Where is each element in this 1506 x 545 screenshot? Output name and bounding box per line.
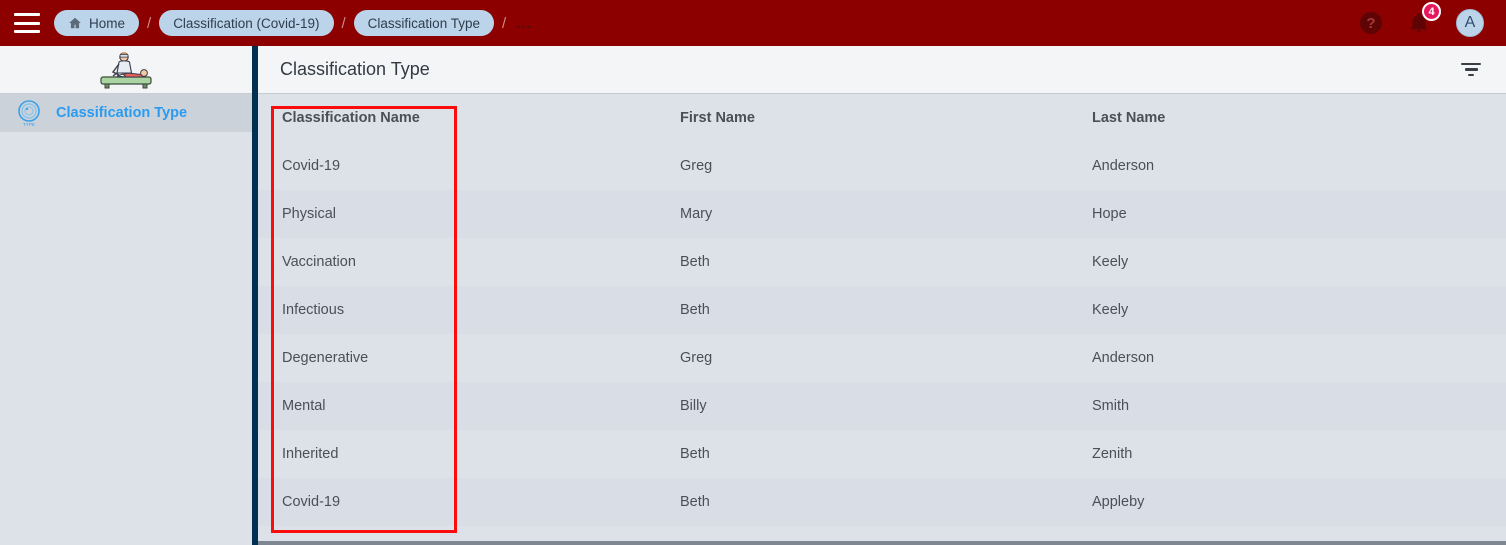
column-header-classification-name[interactable]: Classification Name (282, 110, 680, 126)
page-title: Classification Type (280, 59, 430, 79)
table-row[interactable]: Physical Mary Hope (258, 190, 1506, 238)
sidebar-item-label: Classification Type (56, 105, 188, 121)
cell-classification-name: Vaccination (282, 254, 356, 270)
cell-classification-name: Degenerative (282, 350, 369, 366)
cell-first-name: Beth (680, 446, 710, 462)
cell-first-name: Beth (680, 302, 710, 318)
cell-classification-name: Covid-19 (282, 158, 341, 174)
cell-classification-name: Infectious (282, 302, 345, 318)
table-row[interactable]: Inherited Beth Zenith (258, 430, 1506, 478)
sidebar-item-classification-type[interactable]: TYPE Classification Type (0, 94, 252, 132)
breadcrumb-separator: / (341, 14, 346, 32)
filter-line (1464, 68, 1478, 71)
filter-line (1468, 73, 1474, 77)
sidebar-empty-area (0, 132, 252, 545)
cell-first-name: Billy (680, 398, 707, 414)
topbar-actions: ? 4 A (1360, 2, 1492, 37)
cell-last-name: Hope (1092, 206, 1127, 222)
cell-last-name: Zenith (1092, 446, 1133, 462)
table-row[interactable]: Covid-19 Greg Anderson (258, 142, 1506, 190)
cell-classification-name: Physical (282, 206, 336, 222)
table-header-row: Classification Name First Name Last Name (258, 94, 1506, 142)
breadcrumb-item-classification-covid19[interactable]: Classification (Covid-19) (159, 10, 334, 36)
sidebar-logo-container (0, 46, 252, 94)
breadcrumb-label-home: Home (89, 15, 126, 31)
hamburger-menu-icon[interactable] (14, 13, 40, 33)
cell-last-name: Appleby (1092, 494, 1145, 510)
hamburger-line (14, 13, 40, 16)
column-header-first-name[interactable]: First Name (680, 110, 1092, 126)
filter-icon[interactable] (1458, 57, 1484, 83)
column-header-last-name[interactable]: Last Name (1092, 110, 1506, 126)
cell-last-name: Keely (1092, 302, 1129, 318)
cell-last-name: Smith (1092, 398, 1130, 414)
breadcrumb-separator: / (501, 14, 507, 32)
hamburger-line (14, 21, 40, 25)
table-row[interactable]: Covid-19 Beth Appleby (258, 478, 1506, 526)
top-navigation-bar: Home / Classification (Covid-19) / Class… (0, 0, 1506, 46)
cell-classification-name: Covid-19 (282, 494, 341, 510)
panel-header: Classification Type (258, 46, 1506, 94)
notifications-bell-icon[interactable]: 4 (1408, 2, 1441, 35)
breadcrumb-separator: / (147, 14, 152, 32)
cell-classification-name: Inherited (282, 446, 339, 462)
breadcrumb-item-classification-type[interactable]: Classification Type (353, 10, 494, 36)
breadcrumb: Home / Classification (Covid-19) / Class… (54, 10, 532, 36)
cell-last-name: Anderson (1092, 350, 1155, 366)
breadcrumb-overflow-ellipsis[interactable]: ... (514, 15, 532, 32)
cell-first-name: Beth (680, 494, 710, 510)
filter-line (1461, 62, 1481, 66)
help-icon[interactable]: ? (1360, 12, 1382, 34)
cell-last-name: Keely (1092, 254, 1129, 270)
notification-count-badge: 4 (1422, 2, 1441, 21)
classification-type-table: Classification Name First Name Last Name… (258, 94, 1506, 541)
table-row[interactable]: Degenerative Greg Anderson (258, 334, 1506, 382)
cell-last-name: Anderson (1092, 158, 1155, 174)
main-panel: Classification Type Classification Name … (258, 46, 1506, 545)
application-window: Home / Classification (Covid-19) / Class… (0, 0, 1506, 545)
breadcrumb-label-classification-type: Classification Type (367, 15, 480, 31)
cell-first-name: Greg (680, 350, 713, 366)
hamburger-line (14, 30, 40, 33)
physiotherapy-illustration-logo (100, 51, 152, 88)
table-row[interactable]: Vaccination Beth Keely (258, 238, 1506, 286)
breadcrumb-item-home[interactable]: Home (54, 10, 140, 36)
home-icon (68, 16, 82, 30)
cell-classification-name: Mental (282, 398, 326, 414)
avatar[interactable]: A (1456, 9, 1484, 37)
sidebar: TYPE Classification Type (0, 46, 258, 545)
breadcrumb-label-classification-covid19: Classification (Covid-19) (173, 15, 320, 31)
cell-first-name: Mary (680, 206, 713, 222)
table-row[interactable]: Mental Billy Smith (258, 382, 1506, 430)
cell-first-name: Beth (680, 254, 710, 270)
classification-type-icon: TYPE (14, 98, 44, 128)
body-container: TYPE Classification Type Classification … (0, 46, 1506, 545)
table-row[interactable]: Infectious Beth Keely (258, 286, 1506, 334)
svg-text:TYPE: TYPE (23, 122, 35, 127)
cell-first-name: Greg (680, 158, 713, 174)
